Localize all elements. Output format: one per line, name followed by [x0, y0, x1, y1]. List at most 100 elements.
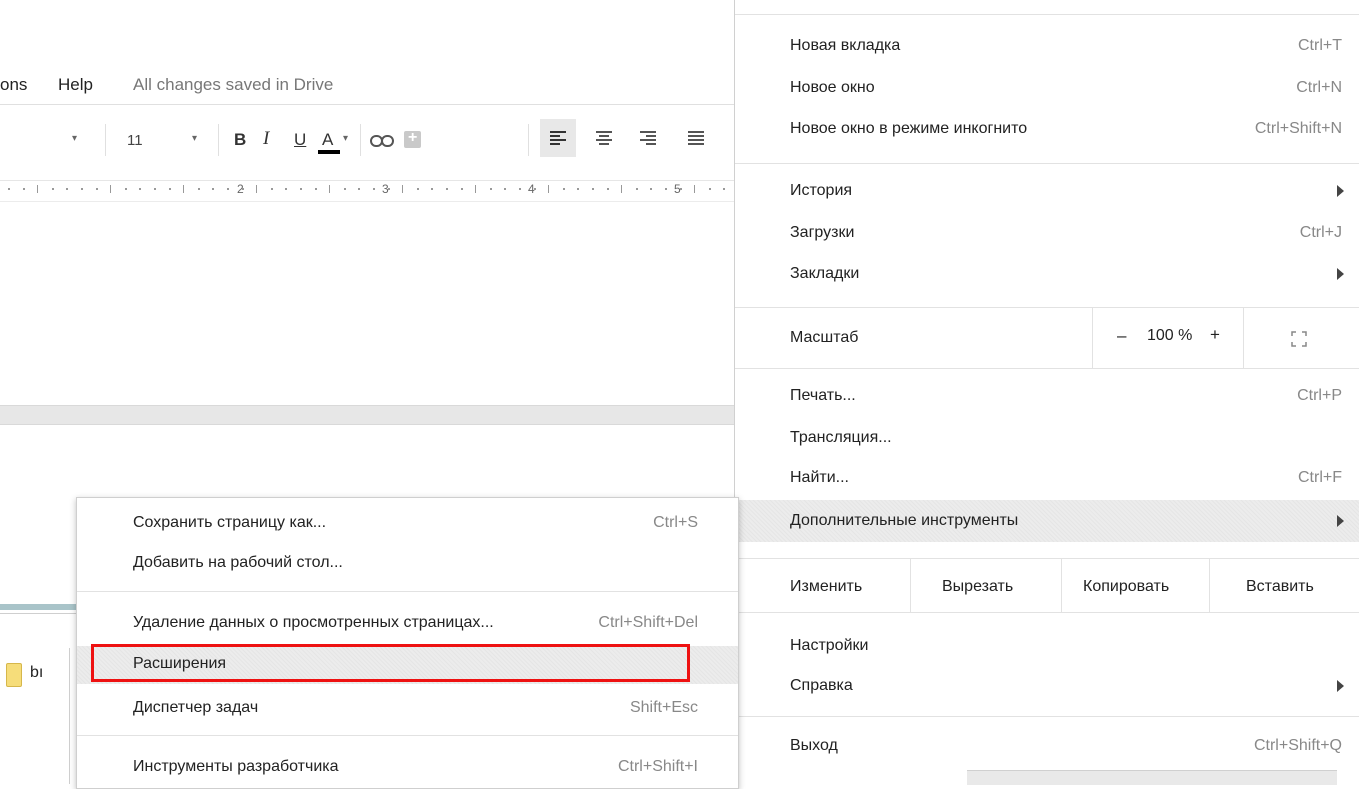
link-icon[interactable]: [370, 134, 394, 148]
shortcut: Ctrl+Shift+Q: [1253, 737, 1342, 754]
paste-button[interactable]: Вставить: [1210, 561, 1345, 611]
menu-item-more-tools[interactable]: Дополнительные инструменты: [735, 500, 1359, 542]
italic-button[interactable]: I: [263, 128, 269, 150]
menu-item-label: Инструменты разработчика: [133, 758, 339, 775]
menu-item-new-tab[interactable]: Новая вкладка Ctrl+T: [790, 28, 1342, 64]
shortcut: Shift+Esc: [629, 699, 698, 716]
horizontal-scrollbar[interactable]: [967, 770, 1337, 785]
ruler-tick: [489, 188, 492, 190]
align-right-icon[interactable]: [640, 130, 656, 146]
justify-icon[interactable]: [688, 130, 704, 146]
shortcut: Ctrl+J: [1299, 224, 1342, 241]
ruler-tick: [270, 188, 273, 190]
menu-item-exit[interactable]: Выход Ctrl+Shift+Q: [790, 728, 1342, 764]
ruler-tick: [373, 188, 375, 190]
ruler-tick: [183, 185, 185, 193]
ruler-tick: [460, 188, 463, 190]
ruler-tick: [285, 188, 288, 190]
insert-comment-icon[interactable]: +: [404, 129, 421, 148]
ruler-tick: [22, 188, 25, 190]
menu-item-help[interactable]: Справка: [790, 668, 1344, 704]
ruler-tick: [519, 188, 521, 190]
browser-tab-strip: [0, 604, 82, 610]
menu-item-label: Новая вкладка: [790, 37, 901, 54]
page-gap: [0, 405, 740, 425]
menu-item-label: Масштаб: [790, 329, 859, 346]
ruler-tick: [8, 188, 10, 190]
zoom-in-button[interactable]: +: [1210, 325, 1220, 345]
zoom-out-button[interactable]: –: [1117, 326, 1126, 346]
menu-add-ons-partial[interactable]: ons: [0, 75, 27, 95]
underline-button[interactable]: U: [294, 130, 306, 150]
shortcut: Ctrl+Shift+I: [617, 758, 698, 775]
ruler-tick: [592, 188, 594, 190]
shortcut: Ctrl+F: [1298, 469, 1342, 486]
menu-item-label: Справка: [790, 677, 853, 694]
menu-item-save-page[interactable]: Сохранить страницу как... Ctrl+S: [77, 506, 738, 542]
fullscreen-icon[interactable]: [1291, 331, 1307, 347]
font-size-field[interactable]: 11: [127, 132, 143, 149]
ruler-tick: [475, 185, 477, 193]
menu-item-settings[interactable]: Настройки: [790, 628, 1342, 664]
menu-item-downloads[interactable]: Загрузки Ctrl+J: [790, 215, 1342, 251]
menu-item-find[interactable]: Найти... Ctrl+F: [790, 460, 1342, 496]
shortcut: Ctrl+T: [1298, 37, 1342, 54]
menu-item-history[interactable]: История: [790, 173, 1344, 209]
menu-item-cast[interactable]: Трансляция...: [790, 420, 1342, 456]
menu-item-zoom: Масштаб: [790, 318, 1342, 354]
shortcut: Ctrl+N: [1296, 79, 1342, 96]
menu-item-add-to-desktop[interactable]: Добавить на рабочий стол...: [77, 546, 738, 582]
menu-item-label: Сохранить страницу как...: [133, 514, 327, 531]
submenu-arrow-icon: [1337, 185, 1344, 197]
ruler-tick: [708, 188, 711, 190]
ruler-tick: [723, 188, 726, 190]
ruler-tick: [241, 188, 244, 190]
menu-item-label: Новое окно в режиме инкогнито: [790, 120, 1028, 137]
font-dropdown-arrow-icon[interactable]: ▾: [72, 133, 77, 144]
ruler-tick: [37, 185, 39, 193]
align-center-icon[interactable]: [596, 130, 612, 146]
menu-item-clear-browsing-data[interactable]: Удаление данных о просмотренных страница…: [77, 606, 738, 642]
menu-item-label: Выход: [790, 737, 838, 754]
ruler-tick: [650, 188, 653, 190]
menu-item-task-manager[interactable]: Диспетчер задач Shift+Esc: [77, 691, 738, 727]
bold-button[interactable]: B: [234, 130, 246, 150]
ruler-tick: [562, 188, 565, 190]
cut-button[interactable]: Вырезать: [911, 561, 1061, 611]
menu-item-label: Новое окно: [790, 79, 875, 96]
menu-item-edit: Изменить: [790, 561, 910, 611]
bookmark-label[interactable]: bı: [30, 664, 43, 682]
ruler-tick: [504, 188, 507, 190]
font-size-dropdown-icon[interactable]: ▾: [192, 133, 197, 144]
menu-item-label: Удаление данных о просмотренных страница…: [133, 614, 494, 631]
ruler-tick: [402, 185, 404, 193]
shortcut: Ctrl+Shift+Del: [598, 614, 698, 631]
ruler-tick: [679, 188, 682, 190]
ruler[interactable]: 2 3 4 5: [0, 180, 740, 202]
menu-item-label: Найти...: [790, 469, 849, 486]
menu-item-label: Диспетчер задач: [133, 699, 259, 716]
ruler-tick: [124, 188, 127, 190]
ruler-tick: [300, 188, 302, 190]
ruler-tick: [110, 185, 112, 193]
menu-item-new-window[interactable]: Новое окно Ctrl+N: [790, 70, 1342, 106]
menu-item-bookmarks[interactable]: Закладки: [790, 256, 1344, 292]
folder-icon[interactable]: [6, 663, 22, 687]
align-left-button[interactable]: [540, 119, 576, 157]
menu-item-incognito[interactable]: Новое окно в режиме инкогнито Ctrl+Shift…: [790, 111, 1342, 147]
menu-item-label: Настройки: [790, 637, 869, 654]
ruler-tick: [533, 188, 536, 190]
ruler-tick: [197, 188, 200, 190]
save-status: All changes saved in Drive: [133, 75, 334, 94]
ruler-tick: [577, 188, 580, 190]
text-color-dropdown-icon[interactable]: ▾: [343, 133, 348, 144]
ruler-tick: [431, 188, 434, 190]
copy-button[interactable]: Копировать: [1062, 561, 1209, 611]
menu-help[interactable]: Help: [58, 75, 93, 95]
ruler-tick: [81, 188, 83, 190]
text-color-button[interactable]: A: [322, 130, 333, 150]
copy-label: Копировать: [1083, 578, 1170, 595]
menu-item-label: Загрузки: [790, 224, 855, 241]
menu-item-developer-tools[interactable]: Инструменты разработчика Ctrl+Shift+I: [77, 750, 738, 786]
menu-item-print[interactable]: Печать... Ctrl+P: [790, 378, 1342, 414]
